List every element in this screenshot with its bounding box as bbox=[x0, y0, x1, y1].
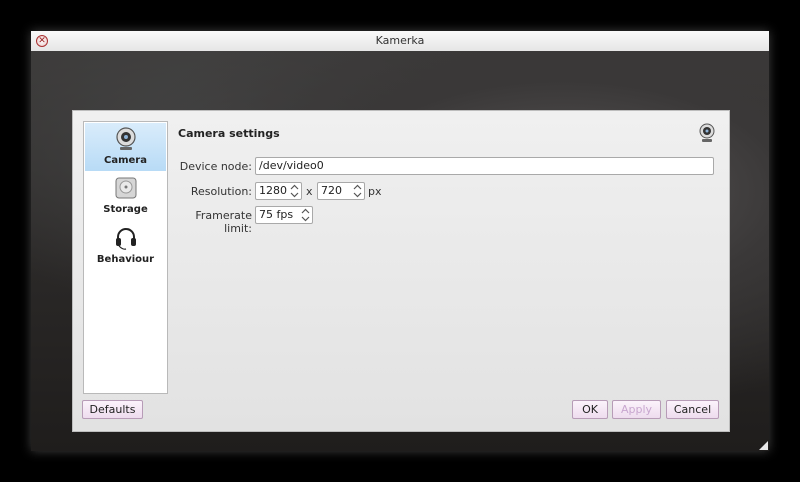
settings-sidebar: Camera Storage Behaviour bbox=[83, 121, 168, 394]
spin-arrows-icon[interactable] bbox=[290, 184, 299, 198]
resolution-label: Resolution: bbox=[190, 185, 252, 198]
resolution-width-stepper[interactable]: 1280 bbox=[255, 182, 302, 200]
headset-icon bbox=[116, 228, 136, 250]
webcam-icon bbox=[116, 127, 136, 150]
device-node-field[interactable]: /dev/video0 bbox=[255, 157, 714, 175]
hard-drive-icon bbox=[115, 177, 137, 199]
settings-dialog: Camera Storage Behaviour Camera settings… bbox=[72, 110, 730, 432]
title-bar[interactable]: ✕ Kamerka bbox=[31, 31, 769, 52]
resolution-separator: x bbox=[306, 185, 313, 198]
sidebar-item-storage[interactable]: Storage bbox=[85, 172, 166, 220]
spin-arrows-icon[interactable] bbox=[353, 184, 362, 198]
framerate-value: 75 fps bbox=[259, 208, 294, 221]
sidebar-item-label: Behaviour bbox=[96, 254, 155, 265]
camera-preview: Camera Storage Behaviour Camera settings… bbox=[31, 51, 769, 451]
app-window: ✕ Kamerka Camera Storage Behaviour Camer… bbox=[31, 31, 769, 451]
framerate-stepper[interactable]: 75 fps bbox=[255, 206, 313, 224]
sidebar-item-behaviour[interactable]: Behaviour bbox=[85, 222, 166, 270]
resolution-width-value: 1280 bbox=[259, 184, 287, 197]
resolution-unit: px bbox=[368, 185, 382, 198]
sidebar-item-label: Storage bbox=[103, 204, 148, 215]
framerate-label: Framerate limit: bbox=[195, 209, 252, 235]
sidebar-item-camera[interactable]: Camera bbox=[85, 123, 166, 171]
spin-arrows-icon[interactable] bbox=[301, 208, 310, 222]
window-title: Kamerka bbox=[375, 34, 425, 47]
webcam-icon bbox=[699, 123, 715, 142]
resolution-height-value: 720 bbox=[321, 184, 342, 197]
device-node-label: Device node: bbox=[179, 160, 252, 173]
cancel-button[interactable]: Cancel bbox=[666, 400, 719, 419]
resize-grip[interactable] bbox=[759, 441, 768, 450]
sidebar-item-label: Camera bbox=[104, 155, 147, 166]
resolution-height-stepper[interactable]: 720 bbox=[317, 182, 365, 200]
section-title: Camera settings bbox=[178, 127, 280, 140]
ok-button[interactable]: OK bbox=[572, 400, 608, 419]
apply-button[interactable]: Apply bbox=[612, 400, 661, 419]
defaults-button[interactable]: Defaults bbox=[82, 400, 143, 419]
